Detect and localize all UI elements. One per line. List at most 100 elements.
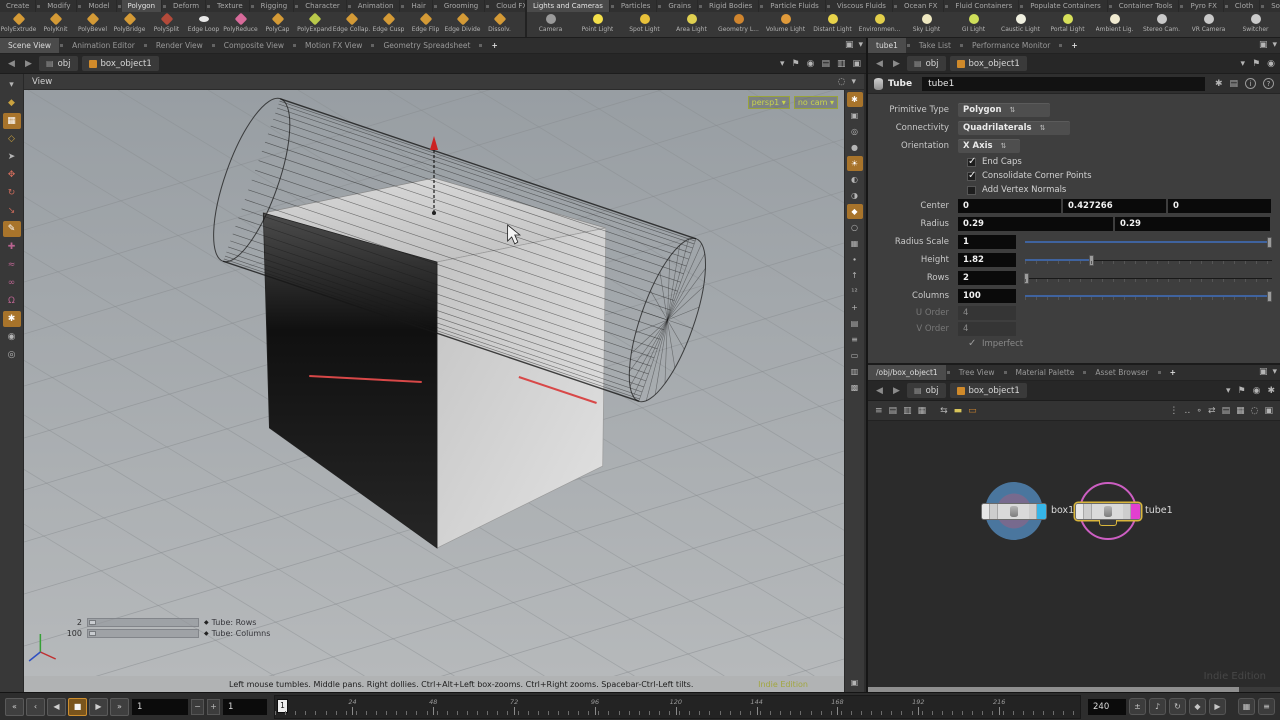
node-name-field[interactable]: tube1: [922, 76, 1205, 91]
scene-tab-scene-view[interactable]: Scene View: [0, 38, 60, 53]
shelf-tab-solid[interactable]: Solid: [1265, 0, 1280, 12]
scene-tab-motion-fx-view[interactable]: Motion FX View: [297, 38, 370, 53]
shelf-tab-grains[interactable]: Grains: [662, 0, 698, 12]
shelf-tool-polyexpand[interactable]: PolyExpand: [296, 12, 333, 37]
shelf-tab-fluid-containers[interactable]: Fluid Containers: [949, 0, 1020, 12]
shelf-tab-pyro-fx[interactable]: Pyro FX: [1184, 0, 1224, 12]
magnet-icon[interactable]: Ω: [3, 293, 21, 309]
shelf-tab-particles[interactable]: Particles: [615, 0, 658, 12]
shelf-tab-texture[interactable]: Texture: [211, 0, 250, 12]
wireframe-icon[interactable]: ▦: [847, 236, 863, 251]
pivot-icon[interactable]: ◎: [3, 347, 21, 363]
network-tab-material-palette[interactable]: Material Palette: [1008, 365, 1083, 380]
grid-display-icon[interactable]: ▤: [847, 316, 863, 331]
desktop-layout-icon[interactable]: ▦: [1238, 698, 1255, 715]
playhead[interactable]: 1: [277, 698, 288, 713]
slider-handle[interactable]: [1266, 290, 1272, 302]
path-root-chip[interactable]: ▤ obj: [907, 56, 946, 71]
high-quality-icon[interactable]: ◆: [846, 204, 863, 219]
pin-flag-icon[interactable]: ⚑: [1252, 59, 1260, 69]
current-geometry-state-icon[interactable]: ▦: [2, 113, 21, 129]
node-flag-segment[interactable]: [1029, 504, 1037, 519]
stop-button[interactable]: ■: [68, 697, 87, 716]
shadows-icon[interactable]: ◑: [847, 188, 863, 203]
shelf-tab-model[interactable]: Model: [82, 0, 117, 12]
orientation-select[interactable]: X Axis ⇅: [958, 139, 1020, 153]
play-reverse-button[interactable]: ◀: [47, 697, 66, 716]
shelf-tool-caustic-light[interactable]: Caustic Light: [997, 12, 1044, 37]
path-root-chip[interactable]: ▤ obj: [39, 56, 78, 71]
grid-snap-icon[interactable]: ▤: [1222, 406, 1231, 416]
pin-flag-icon[interactable]: ⚑: [1238, 386, 1246, 396]
columns-slider[interactable]: [1025, 290, 1272, 303]
node-body[interactable]: [1075, 503, 1141, 520]
play-button[interactable]: ▶: [89, 697, 108, 716]
swap-view-icon[interactable]: ⇆: [940, 406, 948, 416]
shelf-tool-sky-light[interactable]: Sky Light: [903, 12, 950, 37]
viewport-3d-scene[interactable]: [24, 90, 844, 676]
pane-menu-caret-icon[interactable]: ▾: [858, 40, 863, 50]
shelf-tool-environmen[interactable]: Environmen...: [856, 12, 903, 37]
lock-selection-icon[interactable]: ▣: [847, 108, 863, 123]
shelf-tool-point-light[interactable]: Point Light: [574, 12, 621, 37]
shelf-tab-populate-containers[interactable]: Populate Containers: [1024, 0, 1108, 12]
overlay-slider-handle[interactable]: [89, 620, 96, 625]
slider-handle[interactable]: [1088, 254, 1094, 266]
network-tab-asset-browser[interactable]: Asset Browser: [1087, 365, 1156, 380]
link-badge-icon[interactable]: ◉: [807, 59, 815, 69]
back-arrow-icon[interactable]: ◀: [5, 59, 18, 69]
radial-menu-icon[interactable]: ◌: [838, 77, 846, 87]
node-display-flag[interactable]: [1037, 504, 1046, 519]
shelf-tool-polybridge[interactable]: PolyBridge: [111, 12, 148, 37]
height-slider[interactable]: [1025, 254, 1272, 267]
pane-layout-icon[interactable]: ▣: [845, 40, 854, 50]
param-tab-performance-monitor[interactable]: Performance Monitor: [964, 38, 1058, 53]
center-y-field[interactable]: 0.427266: [1063, 199, 1166, 213]
viewport-3d-canvas[interactable]: persp1 ▾ no cam ▾ 2 ◆ Tube: Rows 100 ◆ Tube: …: [24, 90, 844, 676]
ruler-icon[interactable]: ≡: [847, 332, 863, 347]
param-tab-take-list[interactable]: Take List: [911, 38, 959, 53]
pane-menu-icon[interactable]: ▾: [851, 77, 856, 87]
flipbook-icon[interactable]: ▥: [847, 364, 863, 379]
shelf-tool-stereo-cam[interactable]: Stereo Cam.: [1138, 12, 1185, 37]
rows-slider[interactable]: [1024, 272, 1272, 285]
layout-icon[interactable]: ▥: [837, 59, 846, 69]
shelf-tab-hair[interactable]: Hair: [405, 0, 433, 12]
columns-field[interactable]: 100: [958, 289, 1016, 303]
network-tab-obj-box-object1[interactable]: /obj/box_object1: [868, 365, 946, 380]
presets-icon[interactable]: ▤: [1229, 79, 1238, 89]
link-badge-icon[interactable]: ◉: [1253, 386, 1261, 396]
scene-tab-plus[interactable]: +: [483, 38, 505, 53]
active-tool-icon[interactable]: ✎: [2, 221, 21, 237]
shelf-tab-animation[interactable]: Animation: [352, 0, 401, 12]
connectivity-select[interactable]: Quadrilaterals ⇅: [958, 121, 1070, 135]
node-body[interactable]: [981, 503, 1047, 520]
node-flag-segment[interactable]: [982, 504, 990, 519]
snap-tool-icon[interactable]: ✱: [2, 311, 21, 327]
path-root-chip[interactable]: ▤ obj: [907, 383, 946, 398]
radius-x-field[interactable]: 0.29: [958, 217, 1113, 231]
overlay-slider-track[interactable]: [87, 618, 199, 627]
shelf-tool-camera[interactable]: Camera: [527, 12, 574, 37]
shelf-tab-container-tools[interactable]: Container Tools: [1113, 0, 1180, 12]
pane-menu-caret-icon[interactable]: ▾: [1272, 40, 1277, 50]
shelf-tool-polyknit[interactable]: PolyKnit: [37, 12, 74, 37]
pane-menu-caret-icon[interactable]: ▾: [1272, 367, 1277, 377]
shelf-tab-create[interactable]: Create: [0, 0, 37, 12]
back-arrow-icon[interactable]: ◀: [873, 386, 886, 396]
shelf-tool-dissolv[interactable]: Dissolv.: [481, 12, 518, 37]
node-flag-segment[interactable]: [1084, 504, 1092, 519]
camera-lock-icon[interactable]: ◎: [847, 124, 863, 139]
path-caret-icon[interactable]: ▾: [780, 59, 785, 69]
select-icon[interactable]: ➤: [3, 149, 21, 165]
shelf-tool-portal-light[interactable]: Portal Light: [1044, 12, 1091, 37]
rotate-icon[interactable]: ↻: [3, 185, 21, 201]
path-node-chip[interactable]: box_object1: [949, 383, 1027, 398]
pose-icon[interactable]: ∞: [3, 275, 21, 291]
points-display-icon[interactable]: ∙: [847, 252, 863, 267]
scene-tab-composite-view[interactable]: Composite View: [216, 38, 292, 53]
help-icon[interactable]: ?: [1263, 78, 1274, 89]
display-mode-list-icon[interactable]: ▤: [889, 406, 898, 416]
radius-scale-slider[interactable]: [1025, 236, 1272, 249]
path-caret-icon[interactable]: ▾: [1226, 386, 1231, 396]
